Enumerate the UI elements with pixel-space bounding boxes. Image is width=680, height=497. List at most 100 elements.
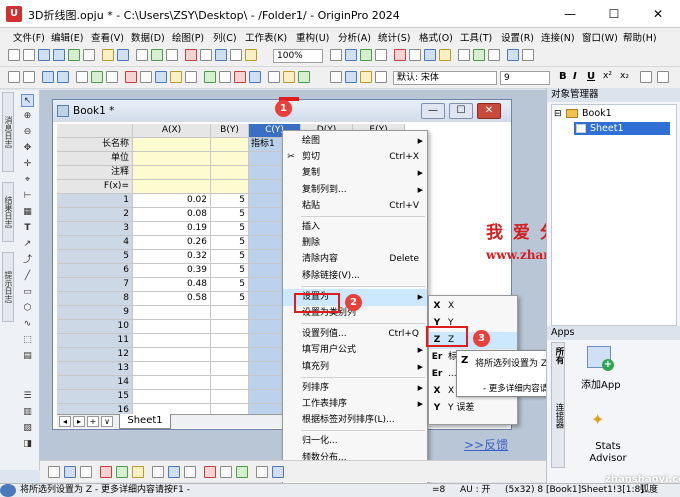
menu-plot[interactable]: 绘图(P) (172, 30, 204, 44)
save-icon[interactable] (117, 49, 129, 61)
command-window-icon[interactable] (360, 49, 372, 61)
row-header[interactable]: 8 (57, 292, 133, 306)
plot-3d-icon[interactable] (220, 466, 232, 478)
menu-view[interactable]: 查看(V) (91, 30, 124, 44)
curved-arrow-icon[interactable]: ⤴ (21, 254, 34, 267)
sheet-prev-button[interactable]: ◂ (59, 416, 71, 427)
data-reader-icon[interactable] (76, 71, 88, 83)
context-menu-item[interactable]: 绘图 ▶ (283, 133, 427, 150)
menu-format[interactable]: 格式(O) (419, 30, 453, 44)
copy-icon[interactable] (345, 71, 357, 83)
row-header[interactable]: 4 (57, 236, 133, 250)
subscript-button[interactable]: x₂ (620, 71, 629, 81)
apps-tab-all[interactable]: 所有 (553, 347, 565, 364)
font-select[interactable]: 默认: 宋体 (393, 71, 497, 85)
row-header[interactable]: 10 (57, 320, 133, 334)
plot-contour-icon[interactable] (236, 466, 248, 478)
data-cell[interactable]: 0.19 (133, 222, 211, 236)
pointer-tool-icon[interactable]: ↖ (21, 94, 34, 107)
data-cell[interactable] (211, 404, 249, 414)
label-row-header[interactable]: 单位 (57, 152, 133, 166)
data-cell[interactable]: 5 (211, 264, 249, 278)
label-cell[interactable] (211, 166, 249, 180)
italic-button[interactable]: I (573, 71, 577, 82)
minimize-button[interactable]: — (548, 0, 592, 28)
data-cell[interactable] (133, 320, 211, 334)
data-cell[interactable]: 0.32 (133, 250, 211, 264)
screen-reader-icon[interactable]: ✛ (21, 158, 34, 171)
import-icon[interactable] (136, 49, 148, 61)
menu-statistics[interactable]: 统计(S) (378, 30, 410, 44)
learning-center-icon[interactable] (439, 49, 451, 61)
data-cell[interactable]: 0.58 (133, 292, 211, 306)
add-app-label[interactable]: 添加App (581, 376, 621, 391)
code-builder-icon[interactable] (330, 49, 342, 61)
graph-layer-icon[interactable] (155, 71, 167, 83)
label-cell[interactable] (211, 138, 249, 152)
label-cell[interactable] (133, 180, 211, 194)
row-header[interactable]: 1 (57, 194, 133, 208)
color-scale-icon[interactable] (185, 71, 197, 83)
row-header[interactable]: 3 (57, 222, 133, 236)
context-menu-item[interactable]: 移除链接(V)... (283, 268, 427, 285)
menu-help[interactable]: 帮助(H) (623, 30, 657, 44)
menu-connect[interactable]: 连接(N) (541, 30, 575, 44)
row-header[interactable]: 6 (57, 264, 133, 278)
add-app-icon[interactable] (473, 49, 485, 61)
region-tool-icon[interactable]: ⬚ (21, 334, 34, 347)
mask-tool-icon[interactable]: ▦ (21, 206, 34, 219)
data-cell[interactable] (133, 390, 211, 404)
workbook-maximize-button[interactable]: ☐ (449, 103, 473, 119)
font-size-select[interactable]: 9 (500, 71, 550, 85)
new-workbook-icon[interactable] (38, 49, 50, 61)
tree-book1[interactable]: Book1 (582, 108, 612, 119)
sheet-next-button[interactable]: ▸ (73, 416, 85, 427)
data-cell[interactable]: 5 (211, 292, 249, 306)
context-menu-item[interactable]: 粘贴 Ctrl+V (283, 198, 427, 215)
context-menu-item[interactable]: 归一化... (283, 433, 427, 450)
app-center-icon[interactable] (458, 49, 470, 61)
object-tool-icon[interactable]: ◨ (21, 438, 34, 451)
smart-hint-icon[interactable] (424, 49, 436, 61)
undo-icon[interactable] (8, 71, 20, 83)
data-cell[interactable] (133, 348, 211, 362)
plot-column-icon[interactable] (204, 466, 216, 478)
data-cell[interactable] (133, 306, 211, 320)
data-reader-tool-icon[interactable]: ⌖ (21, 174, 34, 187)
context-menu-item[interactable]: 列排序 ▶ (283, 380, 427, 397)
context-menu-item[interactable]: 工作表排序 ▶ (283, 396, 427, 413)
row-header[interactable]: 9 (57, 306, 133, 320)
menu-tools[interactable]: 工具(T) (460, 30, 492, 44)
data-cell[interactable] (133, 362, 211, 376)
new-notes-icon[interactable] (83, 49, 95, 61)
workbook-close-button[interactable]: ✕ (477, 103, 501, 119)
new-folder-icon[interactable] (23, 49, 35, 61)
table-tool-icon[interactable]: ▥ (21, 406, 34, 419)
column-header[interactable]: B(Y) (211, 124, 249, 138)
redo-icon[interactable] (23, 71, 35, 83)
text-tool-icon[interactable]: T (21, 222, 34, 235)
polygon-tool-icon[interactable]: ⬡ (21, 302, 34, 315)
export-icon[interactable] (245, 49, 257, 61)
label-row-header[interactable]: F(x)= (57, 180, 133, 194)
new-matrix-icon[interactable] (53, 49, 65, 61)
arrow-tool-icon[interactable]: ↗ (21, 238, 34, 251)
new-graph-icon[interactable] (68, 49, 80, 61)
row-header[interactable]: 12 (57, 348, 133, 362)
row-header[interactable]: 13 (57, 362, 133, 376)
rect-tool-icon[interactable]: ▭ (21, 286, 34, 299)
paste-icon[interactable] (360, 71, 372, 83)
data-cell[interactable] (133, 334, 211, 348)
plot-setup-icon[interactable] (272, 466, 284, 478)
context-menu-item[interactable]: 设置列值... Ctrl+Q (283, 326, 427, 343)
feedback-link[interactable]: >>反馈 (464, 436, 508, 453)
context-menu-item[interactable]: 复制列到... ▶ (283, 182, 427, 199)
data-cell[interactable]: 5 (211, 208, 249, 222)
data-cell[interactable] (211, 348, 249, 362)
bold-button[interactable]: B (559, 71, 567, 82)
data-cell[interactable]: 0.08 (133, 208, 211, 222)
symbol-icon[interactable] (80, 466, 92, 478)
data-cell[interactable]: 5 (211, 236, 249, 250)
messages-log-tab[interactable]: 消息日志 (2, 92, 14, 172)
more-toolbar-icon[interactable] (657, 71, 669, 83)
